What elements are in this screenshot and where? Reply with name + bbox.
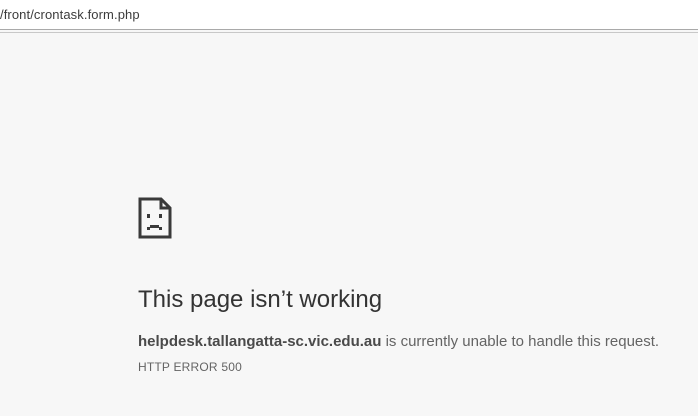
error-code: HTTP ERROR 500 — [138, 360, 242, 374]
url-text[interactable]: /front/crontask.form.php — [0, 7, 140, 22]
error-message: helpdesk.tallangatta-sc.vic.edu.au is cu… — [138, 333, 659, 350]
address-bar[interactable]: /front/crontask.form.php — [0, 0, 698, 33]
sad-page-icon — [138, 197, 172, 239]
error-message-suffix: is currently unable to handle this reque… — [381, 333, 660, 350]
page-title: This page isn’t working — [138, 286, 383, 313]
host-name: helpdesk.tallangatta-sc.vic.edu.au — [138, 333, 382, 350]
